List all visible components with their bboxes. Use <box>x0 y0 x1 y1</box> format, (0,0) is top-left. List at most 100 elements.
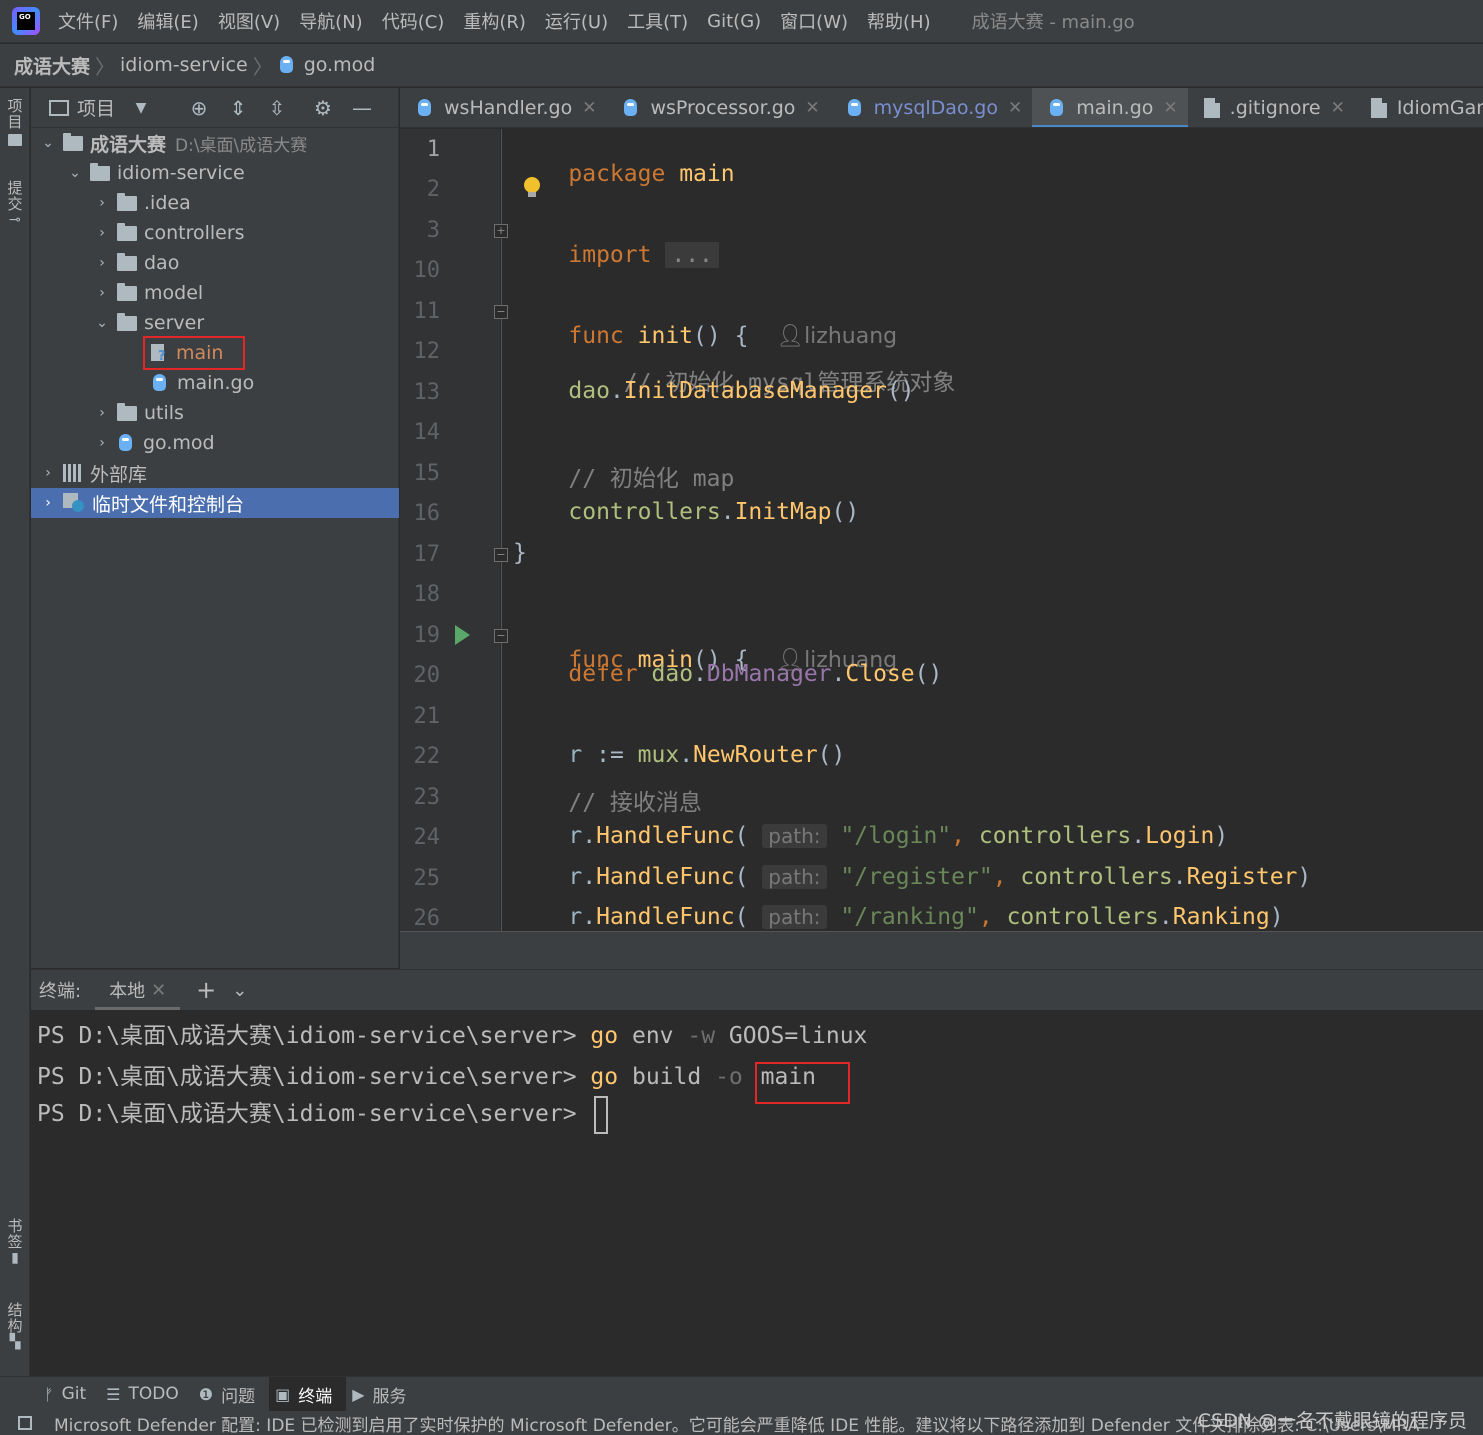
chevron-down-icon[interactable]: ▼ <box>128 100 154 116</box>
breadcrumb-file[interactable]: go.mod <box>304 54 376 76</box>
tool-window-bar: ᚠ Git ☰ TODO ❶ 问题 ▣ 终端 ▶ 服务 <box>0 1376 1483 1412</box>
stripe-project-button[interactable]: 项目 <box>0 98 30 150</box>
add-terminal-icon[interactable]: + <box>196 976 216 1004</box>
close-icon[interactable]: ✕ <box>805 98 819 118</box>
toolwindow-terminal[interactable]: ▣ 终端 <box>269 1376 347 1412</box>
chevron-down-icon[interactable]: ⌄ <box>232 980 247 1001</box>
stripe-commit-button[interactable]: 提交 ⊸ <box>0 180 30 228</box>
tree-item-utils[interactable]: › utils <box>31 398 399 428</box>
run-icon[interactable] <box>455 625 470 645</box>
folder-icon <box>63 132 83 151</box>
folder-icon <box>117 282 137 301</box>
line-number: 23 <box>413 785 441 810</box>
close-icon[interactable]: ✕ <box>151 980 166 1001</box>
terminal-line-1: PS D:\桌面\成语大赛\idiom-service\server> go e… <box>37 1016 867 1050</box>
code-line-20: defer dao.DbManager.Close() <box>568 661 943 687</box>
tree-item-label: model <box>144 282 204 304</box>
tree-item-dao[interactable]: › dao <box>31 248 399 278</box>
tree-item-root[interactable]: ⌄ 成语大赛 D:\桌面\成语大赛 <box>31 128 399 158</box>
tree-item-scratches[interactable]: › 临时文件和控制台 <box>31 488 399 518</box>
terminal-panel[interactable]: 终端: 本地 ✕ + ⌄ PS D:\桌面\成语大赛\idiom-service… <box>31 969 1483 1376</box>
menu-bar: GO 文件(F) 编辑(E) 视图(V) 导航(N) 代码(C) 重构(R) 运… <box>0 0 1483 43</box>
menu-help[interactable]: 帮助(H) <box>867 8 931 34</box>
close-icon[interactable]: ✕ <box>1008 98 1022 118</box>
code-punct: } <box>513 540 527 566</box>
stripe-bookmarks-button[interactable]: 书签 ▮ <box>0 1218 30 1266</box>
chevron-down-icon[interactable]: ⌄ <box>41 135 55 151</box>
tree-item-main-binary[interactable]: main <box>31 336 246 370</box>
fold-expand-icon[interactable]: + <box>494 224 508 238</box>
toolwindow-problems[interactable]: ❶ 问题 <box>193 1377 269 1412</box>
fold-collapse-icon[interactable]: − <box>494 629 508 643</box>
tree-item-idiom-service[interactable]: ⌄ idiom-service <box>31 158 399 188</box>
chevron-right-icon[interactable]: › <box>95 195 109 211</box>
tree-item-main-go[interactable]: main.go <box>31 368 399 398</box>
fold-collapse-icon[interactable]: − <box>494 548 508 562</box>
locate-icon[interactable]: ⊕ <box>186 96 212 120</box>
line-number: 12 <box>413 339 441 364</box>
scratch-icon <box>63 493 85 513</box>
chevron-right-icon[interactable]: › <box>95 435 109 451</box>
code-line-3: import ... <box>513 216 719 294</box>
tab-label: IdiomGames.im <box>1396 97 1483 119</box>
tree-item-external-libraries[interactable]: › 外部库 <box>31 458 399 488</box>
chevron-down-icon[interactable]: ⌄ <box>68 165 82 181</box>
tree-item-go-mod[interactable]: › go.mod <box>31 428 399 458</box>
tab-idiomgames[interactable]: IdiomGames.im <box>1355 88 1483 127</box>
hide-icon[interactable]: — <box>349 96 375 120</box>
toolwindow-todo[interactable]: ☰ TODO <box>100 1377 193 1412</box>
folded-region[interactable]: ... <box>665 242 719 268</box>
chevron-right-icon[interactable]: › <box>95 225 109 241</box>
menu-tools[interactable]: 工具(T) <box>627 8 688 34</box>
gear-icon[interactable]: ⚙ <box>310 96 336 120</box>
menu-run[interactable]: 运行(U) <box>545 8 608 34</box>
tab-gitignore[interactable]: .gitignore ✕ <box>1188 88 1355 127</box>
string-literal: "/login" <box>840 823 952 849</box>
chevron-right-icon[interactable]: › <box>95 255 109 271</box>
git-branch-icon: ᚠ <box>44 1384 54 1404</box>
chevron-down-icon[interactable]: ⌄ <box>95 315 109 331</box>
fold-collapse-icon[interactable]: − <box>494 305 508 319</box>
tab-wsprocessor[interactable]: wsProcessor.go ✕ <box>606 88 829 127</box>
line-number: 19 <box>413 623 441 648</box>
stripe-structure-button[interactable]: 结构 ▚ <box>0 1302 30 1350</box>
menu-edit[interactable]: 编辑(E) <box>137 8 198 34</box>
code-punct: () <box>886 378 915 404</box>
chevron-right-icon[interactable]: › <box>95 285 109 301</box>
menu-navigate[interactable]: 导航(N) <box>299 8 363 34</box>
toolwindow-services[interactable]: ▶ 服务 <box>346 1377 420 1412</box>
menu-git[interactable]: Git(G) <box>707 11 761 32</box>
menu-view[interactable]: 视图(V) <box>218 8 280 34</box>
call-name: Ranking <box>1172 904 1270 930</box>
menu-code[interactable]: 代码(C) <box>382 8 445 34</box>
tab-main-go[interactable]: main.go ✕ <box>1032 88 1189 127</box>
close-icon[interactable]: ✕ <box>582 98 596 118</box>
code-line-17: } <box>513 540 527 566</box>
menu-window[interactable]: 窗口(W) <box>780 8 848 34</box>
breadcrumb-separator-icon: 〉 <box>95 54 116 79</box>
tree-item-server[interactable]: ⌄ server <box>31 308 399 338</box>
tab-mysqldao[interactable]: mysqlDao.go ✕ <box>830 88 1033 127</box>
tab-wshandler[interactable]: wsHandler.go ✕ <box>400 88 606 127</box>
expand-all-icon[interactable]: ⇕ <box>225 96 251 120</box>
call-name: Register <box>1186 864 1298 890</box>
chevron-right-icon[interactable]: › <box>41 495 55 511</box>
project-view-title[interactable]: 项目 <box>77 94 115 121</box>
terminal-header: 终端: 本地 ✕ + ⌄ <box>31 970 1483 1010</box>
code-editor[interactable]: 1 2 3 10 11 12 13 14 15 16 17 18 19 20 2… <box>400 129 1483 931</box>
tree-item-controllers[interactable]: › controllers <box>31 218 399 248</box>
chevron-right-icon[interactable]: › <box>95 405 109 421</box>
toggle-tool-windows-icon[interactable] <box>18 1416 32 1430</box>
close-icon[interactable]: ✕ <box>1163 98 1177 118</box>
chevron-right-icon[interactable]: › <box>41 465 55 481</box>
menu-refactor[interactable]: 重构(R) <box>463 8 526 34</box>
tree-item-idea[interactable]: › .idea <box>31 188 399 218</box>
toolwindow-git[interactable]: ᚠ Git <box>38 1377 100 1412</box>
menu-file[interactable]: 文件(F) <box>58 8 118 34</box>
terminal-tab-local[interactable]: 本地 ✕ <box>95 970 181 1010</box>
breadcrumb-project[interactable]: 成语大赛 <box>14 52 90 79</box>
collapse-all-icon[interactable]: ⇳ <box>264 96 290 120</box>
tree-item-model[interactable]: › model <box>31 278 399 308</box>
breadcrumb-module[interactable]: idiom-service <box>120 54 248 76</box>
close-icon[interactable]: ✕ <box>1331 98 1345 118</box>
